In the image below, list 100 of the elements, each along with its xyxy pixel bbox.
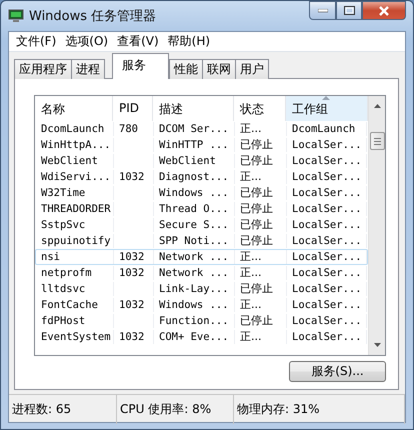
table-cell: 1032 [114, 170, 154, 184]
scroll-up-icon[interactable] [374, 104, 380, 108]
table-row[interactable]: WdiServi... 1032 Diagnost... 正... LocalSer... [35, 169, 368, 185]
table-row[interactable]: fdPHost Function... 已停止 LocalSer... [35, 313, 368, 329]
table-cell: FontCache [36, 298, 114, 312]
table-cell: fdPHost [36, 314, 114, 328]
table-cell: Thread O... [154, 202, 235, 216]
tab[interactable]: 用户 [235, 59, 269, 79]
table-cell: 已停止 [235, 202, 287, 216]
table-cell: 已停止 [235, 314, 287, 328]
table-cell: WinHTTP ... [154, 138, 235, 152]
table-cell: 正... [235, 266, 287, 280]
table-cell: COM+ Eve... [154, 330, 235, 344]
table-cell: 已停止 [235, 282, 287, 296]
table-cell: SstpSvc [36, 218, 114, 232]
minimize-icon [318, 8, 328, 12]
table-cell: sppuinotify [36, 234, 114, 248]
tab[interactable]: 进程 [71, 59, 105, 79]
tab[interactable]: 联网 [202, 59, 236, 79]
table-cell: 已停止 [235, 218, 287, 232]
table-cell: EventSystem [36, 330, 114, 344]
maximize-button[interactable] [336, 1, 362, 20]
scroll-thumb[interactable] [370, 132, 384, 150]
window-title: Windows 任务管理器 [29, 8, 156, 25]
sort-caret-icon [322, 96, 330, 101]
table-cell: 正... [235, 298, 287, 312]
table-cell: nsi [36, 250, 114, 264]
table-cell: LocalSer... [287, 138, 367, 152]
table-cell: LocalSer... [287, 234, 367, 248]
table-cell: 780 [114, 122, 154, 136]
minimize-button[interactable] [309, 1, 336, 20]
table-cell: 正... [235, 122, 287, 136]
monitor-icon [8, 9, 24, 23]
table-cell: Windows ... [154, 186, 235, 200]
table-cell: WinHttpA... [36, 138, 114, 152]
table-cell: LocalSer... [287, 250, 367, 264]
close-icon [378, 6, 390, 16]
menu-item[interactable]: 选项(O) [62, 33, 114, 50]
table-cell: Secure S... [154, 218, 235, 232]
table-cell: DcomLaunch [287, 122, 367, 136]
table-row[interactable]: W32Time Windows ... 已停止 LocalSer... [35, 185, 368, 201]
table-cell: LocalSer... [287, 154, 367, 168]
column-header[interactable]: 工作组 [286, 96, 368, 121]
status-text: 物理内存: 31% [234, 395, 405, 424]
table-cell: lltdsvc [36, 282, 114, 296]
table-row[interactable]: FontCache 1032 Windows ... 正... LocalSer... [35, 297, 368, 313]
table-cell: 已停止 [235, 138, 287, 152]
table-cell: 1032 [114, 298, 154, 312]
tab[interactable]: 服务 [112, 53, 169, 79]
table-cell: 正... [235, 170, 287, 184]
tab[interactable]: 应用程序 [14, 59, 72, 79]
table-cell: W32Time [36, 186, 114, 200]
table-cell: Link-Lay... [154, 282, 235, 296]
table-cell: 已停止 [235, 154, 287, 168]
table-cell: 正... [235, 250, 287, 264]
table-cell: 已停止 [235, 186, 287, 200]
menu-item[interactable]: 文件(F) [13, 33, 62, 50]
table-cell: Function... [154, 314, 235, 328]
table-cell: Diagnost... [154, 170, 235, 184]
table-cell: SPP Noti... [154, 234, 235, 248]
close-button[interactable] [362, 1, 406, 20]
table-cell: 1032 [114, 266, 154, 280]
table-cell: THREADORDER [36, 202, 114, 216]
table-row[interactable]: netprofm 1032 Network ... 正... LocalSer... [35, 265, 368, 281]
table-cell: 1032 [114, 330, 154, 344]
table-cell: 已停止 [235, 234, 287, 248]
table-cell: LocalSer... [287, 314, 367, 328]
table-cell: Network ... [154, 250, 235, 264]
table-cell: WdiServi... [36, 170, 114, 184]
maximize-icon [344, 6, 354, 15]
table-row[interactable]: sppuinotify SPP Noti... 已停止 LocalSer... [35, 233, 368, 249]
table-row[interactable]: SstpSvc Secure S... 已停止 LocalSer... [35, 217, 368, 233]
table-row[interactable]: lltdsvc Link-Lay... 已停止 LocalSer... [35, 281, 368, 297]
table-cell: netprofm [36, 266, 114, 280]
status-text: CPU 使用率: 8% [117, 395, 234, 424]
table-row[interactable]: EventSystem 1032 COM+ Eve... 正... LocalSer... [35, 329, 368, 345]
table-cell: Network ... [154, 266, 235, 280]
table-cell: Windows ... [154, 298, 235, 312]
table-row[interactable]: nsi 1032 Network ... 正... LocalSer... [35, 249, 368, 265]
table-cell: LocalSer... [287, 202, 367, 216]
table-cell: DCOM Ser... [154, 122, 235, 136]
table-cell: LocalSer... [287, 186, 367, 200]
table-cell: LocalSer... [287, 266, 367, 280]
tab[interactable]: 性能 [169, 59, 203, 79]
table-cell: 正... [235, 330, 287, 344]
scroll-down-icon[interactable] [374, 343, 380, 347]
table-cell: LocalSer... [287, 218, 367, 232]
menu-item[interactable]: 查看(V) [114, 33, 165, 50]
table-cell: 1032 [114, 250, 154, 264]
scrollbar[interactable] [368, 96, 385, 355]
table-cell: WebClient [154, 154, 235, 168]
table-row[interactable]: DcomLaunch 780 DCOM Ser... 正... DcomLaunch [35, 121, 368, 137]
table-cell: DcomLaunch [36, 122, 114, 136]
menu-item[interactable]: 帮助(H) [164, 33, 216, 50]
services-button[interactable]: 服务(S)... [289, 361, 386, 382]
status-text: 进程数: 65 [9, 395, 117, 424]
table-row[interactable]: WebClient WebClient 已停止 LocalSer... [35, 153, 368, 169]
table-cell: LocalSer... [287, 170, 367, 184]
table-row[interactable]: THREADORDER Thread O... 已停止 LocalSer... [35, 201, 368, 217]
table-row[interactable]: WinHttpA... WinHTTP ... 已停止 LocalSer... [35, 137, 368, 153]
